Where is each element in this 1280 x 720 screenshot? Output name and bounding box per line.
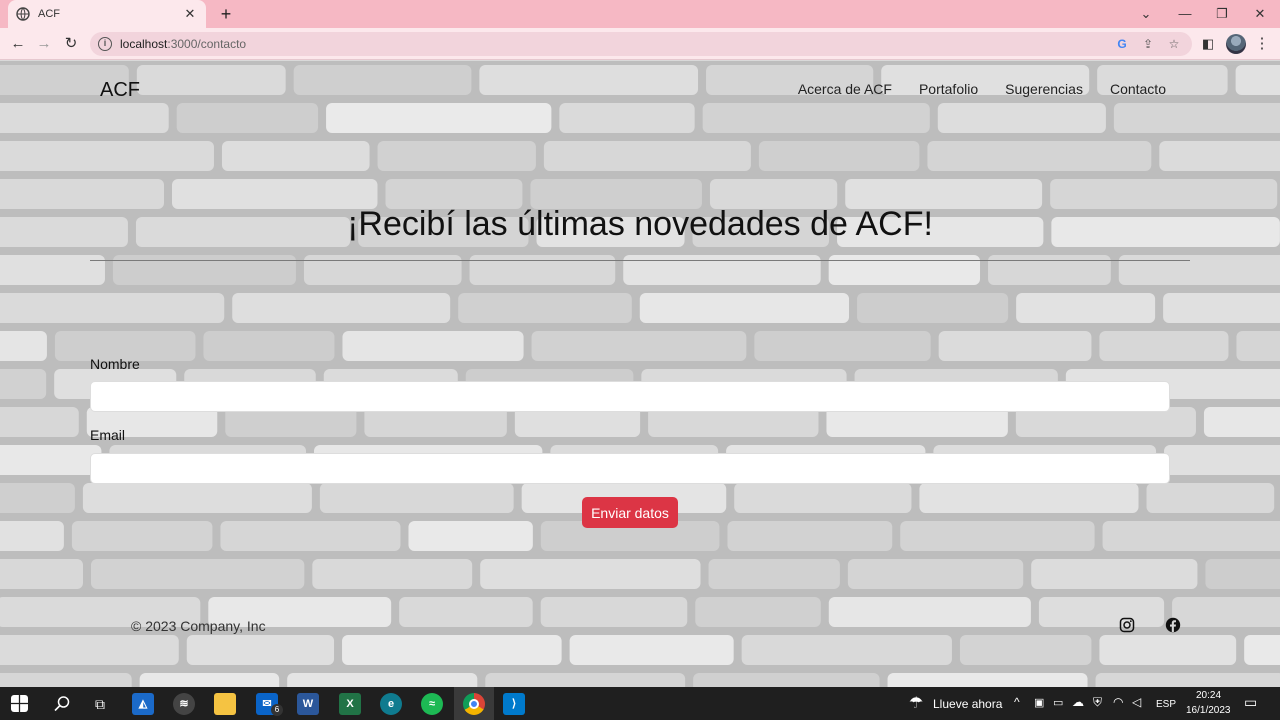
email-input[interactable]	[90, 453, 1170, 484]
site-info-icon[interactable]: i	[98, 37, 112, 51]
browser-toolbar: ← → ↻ i localhost:3000/contacto G ⇪ ☆ ◧ …	[0, 28, 1280, 60]
email-label: Email	[90, 427, 126, 443]
site-brand[interactable]: ACF	[100, 79, 140, 102]
azure-app-icon[interactable]: ◭	[132, 693, 154, 715]
wifi-icon[interactable]: ◠	[1113, 695, 1123, 709]
google-lens-icon[interactable]: G	[1114, 36, 1130, 52]
profile-avatar[interactable]	[1226, 34, 1246, 54]
clock-time[interactable]: 20:24	[1196, 690, 1221, 701]
nav-link-suggestions[interactable]: Sugerencias	[1005, 81, 1083, 97]
onedrive-icon[interactable]: ☁	[1072, 695, 1084, 709]
nav-link-contact[interactable]: Contacto	[1110, 81, 1166, 97]
volume-icon[interactable]: ◁	[1132, 695, 1141, 709]
tab-search-icon[interactable]: ⌄	[1136, 4, 1156, 24]
word-icon[interactable]: W	[297, 693, 319, 715]
spotify-icon[interactable]: ≈	[421, 693, 443, 715]
edge-icon[interactable]: e	[380, 693, 402, 715]
chrome-icon[interactable]	[463, 693, 485, 715]
tray-device-icon[interactable]: ▣	[1034, 696, 1044, 709]
side-panel-icon[interactable]: ◧	[1198, 34, 1218, 54]
reload-button[interactable]: ↻	[61, 34, 81, 54]
url-path: :3000/contacto	[167, 37, 247, 51]
file-explorer-icon[interactable]	[214, 693, 236, 715]
restore-button[interactable]: ❐	[1212, 4, 1232, 24]
address-bar[interactable]: i localhost:3000/contacto G ⇪ ☆	[90, 32, 1192, 56]
page-viewport: ACF Acerca de ACF Portafolio Sugerencias…	[0, 61, 1280, 687]
browser-tab[interactable]: ACF ✕	[8, 0, 206, 28]
tray-chevron-icon[interactable]: ^	[1014, 695, 1020, 709]
site-nav: Acerca de ACF Portafolio Sugerencias Con…	[798, 81, 1166, 97]
notifications-icon[interactable]: ▭	[1244, 694, 1257, 711]
facebook-icon[interactable]	[1165, 617, 1181, 633]
globe-icon	[16, 7, 30, 21]
task-view-icon[interactable]: ⧉	[89, 693, 111, 715]
back-button[interactable]: ←	[8, 34, 28, 54]
page-heading: ¡Recibí las últimas novedades de ACF!	[347, 205, 933, 243]
brick-wall-background	[0, 61, 1280, 687]
forward-button[interactable]: →	[34, 34, 54, 54]
footer-copyright: © 2023 Company, Inc	[131, 618, 266, 634]
mail-badge: 6	[271, 704, 283, 716]
submit-button[interactable]: Enviar datos	[582, 497, 678, 528]
heading-divider	[90, 260, 1190, 261]
search-icon[interactable]	[51, 693, 73, 715]
windows-start-icon[interactable]	[11, 695, 28, 712]
browser-tab-strip: ACF ✕ + ⌄ — ❐ ✕	[0, 0, 1280, 28]
instagram-icon[interactable]	[1119, 617, 1135, 633]
vscode-icon[interactable]: ⟩	[503, 693, 525, 715]
weather-icon[interactable]: ☂	[905, 693, 927, 715]
tab-title: ACF	[38, 8, 60, 20]
bookmark-star-icon[interactable]: ☆	[1166, 36, 1182, 52]
new-tab-button[interactable]: +	[216, 4, 236, 24]
excel-icon[interactable]: X	[339, 693, 361, 715]
weather-text[interactable]: Llueve ahora	[933, 697, 1002, 711]
share-icon[interactable]: ⇪	[1140, 36, 1156, 52]
menu-dots-icon[interactable]: ⋮	[1252, 34, 1272, 54]
name-label: Nombre	[90, 356, 140, 372]
nav-link-portfolio[interactable]: Portafolio	[919, 81, 978, 97]
clock-date[interactable]: 16/1/2023	[1186, 705, 1231, 716]
minimize-button[interactable]: —	[1175, 4, 1195, 24]
battery-icon[interactable]: ▭	[1053, 696, 1063, 709]
nav-link-about[interactable]: Acerca de ACF	[798, 81, 892, 97]
name-input[interactable]	[90, 381, 1170, 412]
close-window-button[interactable]: ✕	[1250, 4, 1270, 24]
language-indicator[interactable]: ESP	[1156, 699, 1176, 710]
url-host: localhost	[120, 37, 168, 51]
tab-close-icon[interactable]: ✕	[182, 6, 198, 22]
gaming-app-icon[interactable]: ≋	[173, 693, 195, 715]
security-icon[interactable]: ⛨	[1093, 695, 1102, 710]
os-taskbar: ⧉ ◭ ≋ ✉ 6 W X e ≈ ⟩ ☂ Llueve ahora ^ ▣ ▭…	[0, 687, 1280, 720]
